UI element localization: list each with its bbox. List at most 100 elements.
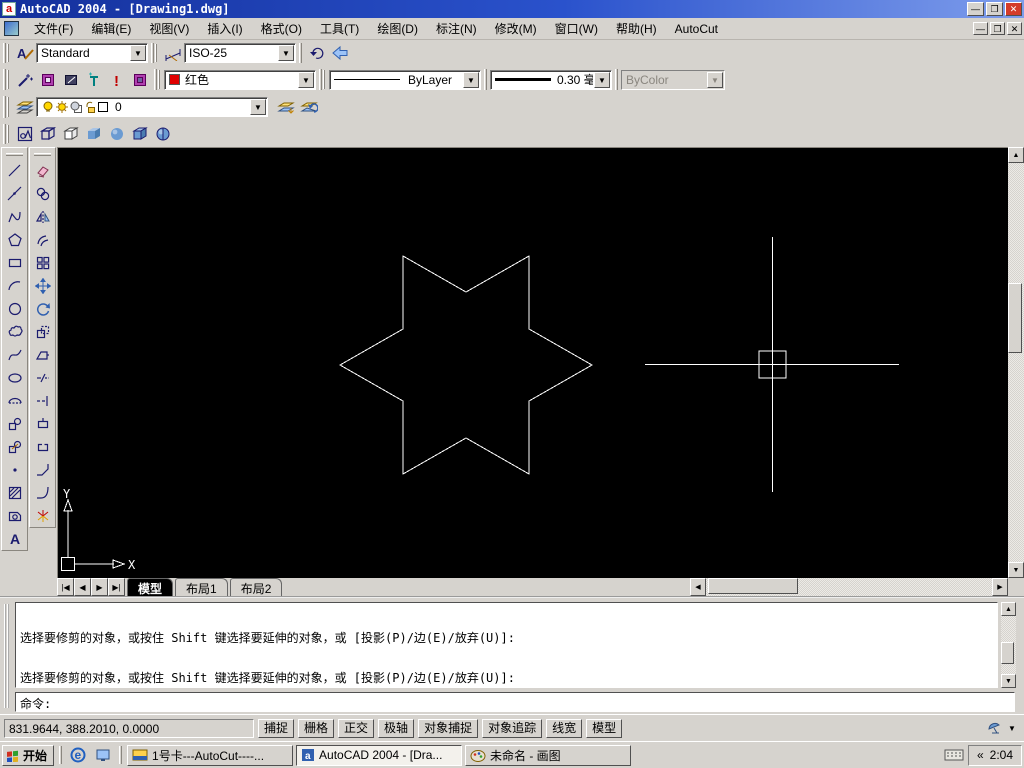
- horizontal-scrollbar[interactable]: ◀ ▶: [690, 578, 1008, 596]
- line-icon[interactable]: [3, 159, 26, 182]
- chevron-down-icon[interactable]: ▼: [278, 45, 294, 61]
- status-ortho-button[interactable]: 正交: [338, 719, 374, 738]
- trim-icon[interactable]: [31, 366, 54, 389]
- menu-format[interactable]: 格式(O): [252, 17, 311, 40]
- region-icon[interactable]: [3, 504, 26, 527]
- revision-cloud-icon[interactable]: [3, 320, 26, 343]
- insert-block-icon[interactable]: [3, 412, 26, 435]
- menu-dimension[interactable]: 标注(N): [427, 17, 486, 40]
- menu-window[interactable]: 窗口(W): [546, 17, 607, 40]
- taskbar-grip[interactable]: [59, 746, 62, 764]
- menu-file[interactable]: 文件(F): [25, 17, 82, 40]
- chevron-down-icon[interactable]: ▼: [463, 72, 479, 88]
- viewport-freeze-icon[interactable]: [69, 100, 83, 114]
- copy-icon[interactable]: [31, 182, 54, 205]
- back-arrow-icon[interactable]: [328, 42, 351, 64]
- start-button[interactable]: 开始: [2, 745, 54, 766]
- scroll-up-icon[interactable]: ▲: [1001, 602, 1016, 616]
- spline-icon[interactable]: [3, 343, 26, 366]
- status-grid-button[interactable]: 栅格: [298, 719, 334, 738]
- toolbar-grip[interactable]: [151, 43, 154, 64]
- scroll-up-icon[interactable]: ▲: [1008, 147, 1024, 163]
- title-bar[interactable]: a AutoCAD 2004 - [Drawing1.dwg] — ❐ ✕: [0, 0, 1024, 18]
- menu-draw[interactable]: 绘图(D): [368, 17, 427, 40]
- scroll-thumb[interactable]: [708, 578, 798, 594]
- toolbar-grip[interactable]: [319, 69, 322, 91]
- 3d-wireframe-icon[interactable]: [36, 123, 59, 145]
- scroll-track[interactable]: [1001, 616, 1016, 674]
- 2d-wireframe-icon[interactable]: [13, 123, 36, 145]
- construction-line-icon[interactable]: [3, 182, 26, 205]
- chevron-down-icon[interactable]: ▼: [298, 72, 314, 88]
- circle-icon[interactable]: [3, 297, 26, 320]
- ie-icon[interactable]: e: [67, 745, 89, 766]
- minimize-button[interactable]: —: [967, 2, 984, 16]
- multiline-text-icon[interactable]: A: [3, 527, 26, 550]
- ellipse-icon[interactable]: [3, 366, 26, 389]
- desktop-icon[interactable]: [92, 745, 114, 766]
- keyboard-icon[interactable]: [944, 748, 964, 762]
- command-history[interactable]: 选择要修剪的对象，或按住 Shift 键选择要延伸的对象，或 [投影(P)/边(…: [15, 602, 998, 688]
- tab-layout2[interactable]: 布局2: [230, 578, 283, 596]
- wand-icon[interactable]: [13, 69, 36, 91]
- task-autocad[interactable]: a AutoCAD 2004 - [Dra...: [296, 745, 462, 766]
- make-block-icon[interactable]: [3, 435, 26, 458]
- status-menu-arrow-icon[interactable]: ▼: [1008, 724, 1020, 733]
- toolbar-grip[interactable]: [6, 153, 23, 156]
- freeze-sun-icon[interactable]: [55, 100, 69, 114]
- flat-shaded-icon[interactable]: [82, 123, 105, 145]
- chevron-down-icon[interactable]: ▼: [594, 72, 610, 88]
- toolbar-grip[interactable]: [3, 69, 6, 91]
- scroll-thumb[interactable]: [1008, 283, 1022, 353]
- polygon-icon[interactable]: [3, 228, 26, 251]
- erase-icon[interactable]: [31, 159, 54, 182]
- tab-layout1[interactable]: 布局1: [175, 578, 228, 596]
- make-object-layer-current-icon[interactable]: [274, 96, 297, 118]
- toolbar-grip[interactable]: [34, 153, 51, 156]
- doc-minimize-button[interactable]: —: [973, 22, 988, 35]
- task-paint[interactable]: 未命名 - 画图: [465, 745, 631, 766]
- layer-state-icon[interactable]: [36, 69, 59, 91]
- scale-icon[interactable]: [31, 320, 54, 343]
- toolbar-grip[interactable]: [3, 124, 6, 145]
- command-scrollbar[interactable]: ▲ ▼: [1001, 602, 1016, 688]
- command-window-grip[interactable]: [4, 604, 9, 708]
- layer-previous-icon[interactable]: [297, 96, 320, 118]
- fillet-icon[interactable]: [31, 481, 54, 504]
- undo-icon[interactable]: [305, 42, 328, 64]
- dim-style-combo[interactable]: ISO-25 ▼: [184, 43, 296, 63]
- flat-shaded-edges-icon[interactable]: [128, 123, 151, 145]
- ellipse-arc-icon[interactable]: [3, 389, 26, 412]
- vertical-scrollbar[interactable]: ▲ ▼: [1008, 147, 1024, 578]
- command-input[interactable]: 命令:: [15, 692, 1015, 712]
- menu-insert[interactable]: 插入(I): [198, 17, 251, 40]
- extend-icon[interactable]: [31, 389, 54, 412]
- lineweight-combo[interactable]: 0.30 毫米 ▼: [490, 70, 612, 90]
- doc-close-button[interactable]: ✕: [1007, 22, 1022, 35]
- toolbar-grip[interactable]: [3, 96, 6, 118]
- menu-modify[interactable]: 修改(M): [486, 17, 546, 40]
- move-icon[interactable]: [31, 274, 54, 297]
- linetype-combo[interactable]: ByLayer ▼: [329, 70, 481, 90]
- scroll-left-icon[interactable]: ◀: [690, 578, 706, 596]
- gouraud-shaded-edges-icon[interactable]: [151, 123, 174, 145]
- bulb-on-icon[interactable]: [41, 100, 55, 114]
- scroll-right-icon[interactable]: ▶: [992, 578, 1008, 596]
- taskbar-grip[interactable]: [119, 746, 122, 764]
- layers-icon[interactable]: [13, 96, 36, 118]
- break-at-point-icon[interactable]: [31, 412, 54, 435]
- toolbar-grip[interactable]: [3, 43, 6, 64]
- toolbar-grip[interactable]: [154, 69, 157, 91]
- hatch-icon[interactable]: [3, 481, 26, 504]
- menu-edit[interactable]: 编辑(E): [82, 17, 140, 40]
- menu-view[interactable]: 视图(V): [140, 17, 198, 40]
- chamfer-icon[interactable]: [31, 458, 54, 481]
- drawing-canvas[interactable]: Y X: [57, 147, 1008, 578]
- polyline-icon[interactable]: [3, 205, 26, 228]
- point-icon[interactable]: [3, 458, 26, 481]
- text-style-icon[interactable]: A: [13, 42, 36, 64]
- tray-chevron[interactable]: «: [977, 748, 984, 762]
- chevron-down-icon[interactable]: ▼: [250, 99, 266, 115]
- menu-tools[interactable]: 工具(T): [311, 17, 368, 40]
- status-model-button[interactable]: 模型: [586, 719, 622, 738]
